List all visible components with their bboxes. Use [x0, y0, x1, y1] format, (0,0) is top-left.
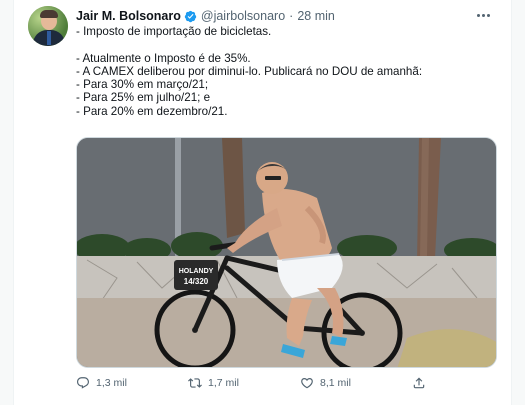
verified-badge-icon	[184, 10, 197, 22]
tweet-header: Jair M. Bolsonaro @jairbolsonaro · 28 mi…	[76, 7, 335, 25]
author-handle[interactable]: @jairbolsonaro	[201, 9, 285, 23]
separator-dot: ·	[289, 9, 294, 23]
heart-icon	[301, 378, 313, 389]
tweet-line: - Imposto de importação de bicicletas.	[76, 25, 272, 38]
tweet-line: - Para 25% em julho/21; e	[76, 91, 211, 105]
photo-illustration: HOLANDY 14/320	[77, 138, 496, 367]
tweet-text: - Imposto de importação de bicicletas. -…	[76, 25, 496, 118]
left-rail	[0, 0, 14, 405]
retweet-count: 1,7 mil	[208, 377, 239, 389]
retweet-icon	[188, 378, 202, 388]
tweet-line	[76, 38, 496, 51]
like-count: 8,1 mil	[320, 377, 351, 389]
tweet-photo[interactable]: HOLANDY 14/320	[76, 137, 497, 368]
tweet-line: - Para 20% em dezembro/21.	[76, 104, 228, 118]
box-label-line1: HOLANDY	[179, 268, 214, 275]
box-label-line2: 14/320	[184, 277, 209, 286]
tweet-actions: 1,3 mil 1,7 mil 8,1 mil	[76, 373, 436, 393]
reply-icon	[77, 377, 89, 389]
reply-count: 1,3 mil	[96, 377, 127, 389]
share-button[interactable]	[412, 373, 432, 393]
like-button[interactable]: 8,1 mil	[300, 373, 351, 393]
reply-button[interactable]: 1,3 mil	[76, 373, 127, 393]
retweet-button[interactable]: 1,7 mil	[188, 373, 239, 393]
more-icon[interactable]	[475, 8, 491, 22]
tweet-line: - A CAMEX deliberou por diminui-lo. Publ…	[76, 64, 423, 78]
avatar[interactable]	[28, 6, 68, 46]
tweet-card[interactable]: Jair M. Bolsonaro @jairbolsonaro · 28 mi…	[15, 0, 511, 405]
tweet-line: - Atualmente o Imposto é de 35%.	[76, 51, 251, 65]
tweet-line: - Para 30% em março/21;	[76, 78, 209, 92]
right-rail	[511, 0, 525, 405]
tweet-timestamp[interactable]: 28 min	[297, 9, 335, 23]
author-name[interactable]: Jair M. Bolsonaro	[76, 9, 181, 23]
share-icon	[413, 377, 425, 389]
